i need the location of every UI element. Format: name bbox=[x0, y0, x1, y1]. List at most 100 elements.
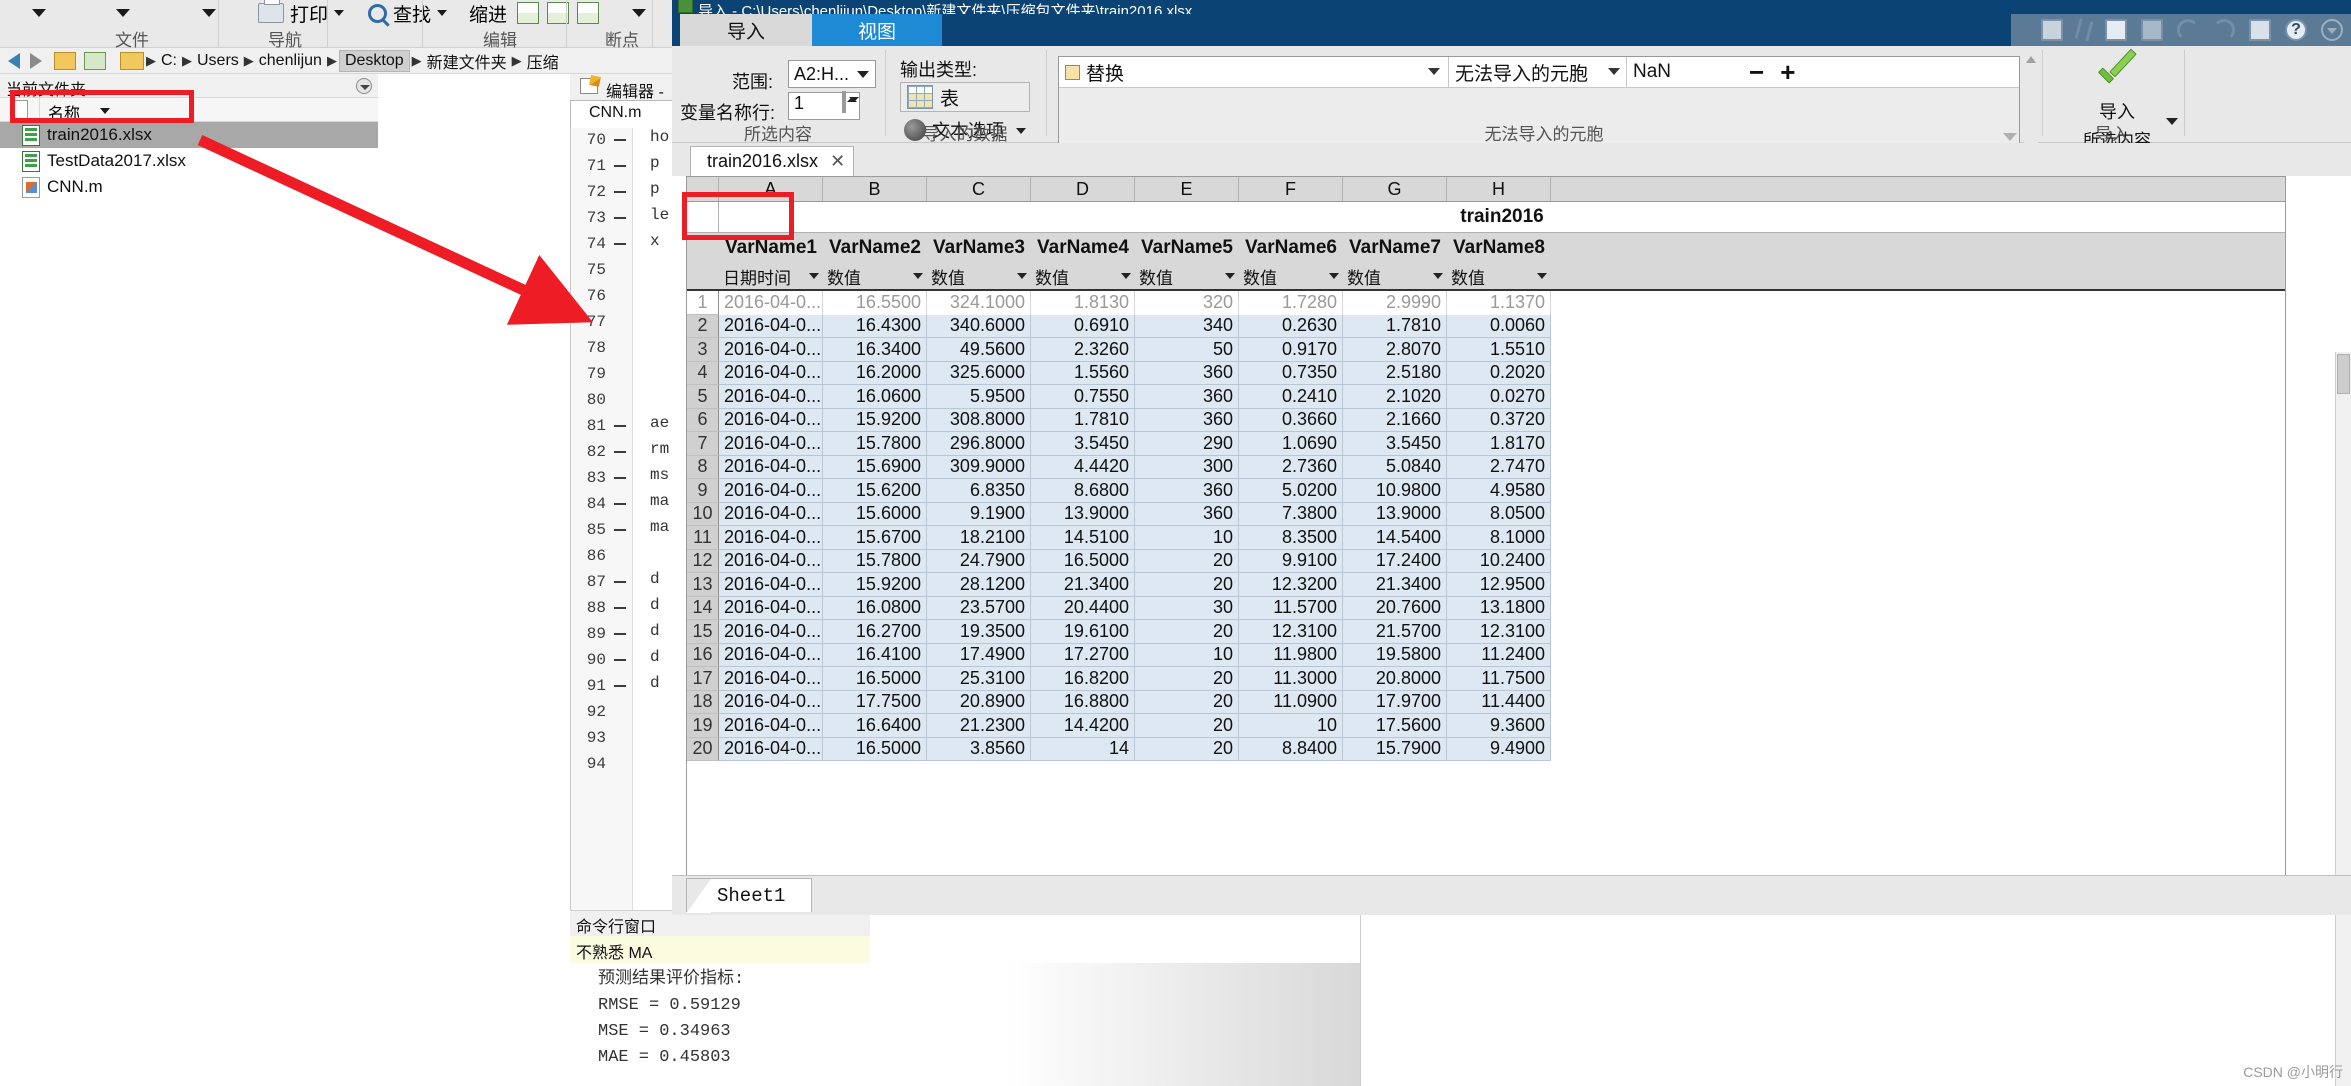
row-number[interactable]: 13 bbox=[687, 573, 719, 597]
replace-rule-dropdown[interactable]: 替换 bbox=[1059, 57, 1449, 87]
table-cell[interactable]: 12.3100 bbox=[1239, 620, 1343, 644]
table-cell[interactable]: 0.2020 bbox=[1447, 361, 1551, 385]
table-cell[interactable]: 0.2410 bbox=[1239, 385, 1343, 409]
breadcrumb-users[interactable]: Users bbox=[194, 52, 242, 70]
table-cell[interactable]: 2016-04-0... bbox=[719, 596, 823, 620]
ribbon-caret-3[interactable] bbox=[168, 9, 250, 17]
table-row[interactable]: 4 2016-04-0... 16.2000 325.6000 1.5560 360 0.7… bbox=[687, 361, 2285, 385]
row-number[interactable]: 14 bbox=[687, 596, 719, 620]
forward-icon[interactable] bbox=[30, 52, 42, 69]
table-cell[interactable]: 20 bbox=[1135, 690, 1239, 714]
table-cell[interactable]: 1.7810 bbox=[1031, 408, 1135, 432]
row-number[interactable]: 16 bbox=[687, 643, 719, 667]
table-cell[interactable]: 296.8000 bbox=[927, 432, 1031, 456]
variable-type-dropdown[interactable]: 数值 bbox=[927, 262, 1031, 290]
table-cell[interactable]: 20.8000 bbox=[1343, 667, 1447, 691]
table-cell[interactable]: 16.8200 bbox=[1031, 667, 1135, 691]
table-cell[interactable]: 0.7550 bbox=[1031, 385, 1135, 409]
table-cell[interactable]: 4.9580 bbox=[1447, 479, 1551, 503]
table-cell[interactable]: 2016-04-0... bbox=[719, 573, 823, 597]
breadcrumb-desktop[interactable]: Desktop bbox=[338, 49, 410, 72]
row-number[interactable]: 3 bbox=[687, 338, 719, 362]
table-cell[interactable]: 9.9100 bbox=[1239, 549, 1343, 573]
row-number[interactable]: 1 bbox=[687, 291, 719, 315]
table-cell[interactable]: 20 bbox=[1135, 549, 1239, 573]
table-cell[interactable]: 10.9800 bbox=[1343, 479, 1447, 503]
save-icon[interactable] bbox=[2041, 19, 2063, 41]
table-cell[interactable]: 1.5510 bbox=[1447, 338, 1551, 362]
table-cell[interactable]: 16.5500 bbox=[823, 291, 927, 315]
table-cell[interactable]: 21.3400 bbox=[1031, 573, 1135, 597]
table-cell[interactable]: 16.8800 bbox=[1031, 690, 1135, 714]
table-cell[interactable]: 12.3200 bbox=[1239, 573, 1343, 597]
table-cell[interactable]: 2.5180 bbox=[1343, 361, 1447, 385]
table-cell[interactable]: 3.8560 bbox=[927, 737, 1031, 761]
table-cell[interactable]: 3.5450 bbox=[1031, 432, 1135, 456]
table-cell[interactable]: 11.2400 bbox=[1447, 643, 1551, 667]
table-cell[interactable]: 11.3000 bbox=[1239, 667, 1343, 691]
table-row[interactable]: 13 2016-04-0... 15.9200 28.1200 21.3400 20 12.… bbox=[687, 573, 2285, 597]
table-cell[interactable]: 11.0900 bbox=[1239, 690, 1343, 714]
variable-type-dropdown[interactable]: 数值 bbox=[1447, 262, 1551, 290]
table-cell[interactable]: 8.3500 bbox=[1239, 526, 1343, 550]
indent-decrease-icon[interactable] bbox=[577, 2, 600, 24]
breakpoint-dash-icon[interactable] bbox=[614, 659, 626, 661]
column-header[interactable]: H bbox=[1447, 177, 1551, 201]
table-cell[interactable]: 2016-04-0... bbox=[719, 526, 823, 550]
table-cell[interactable]: 17.2400 bbox=[1343, 549, 1447, 573]
remove-rule-button[interactable]: − bbox=[1749, 59, 1764, 85]
sheet-tab-sheet1[interactable]: Sheet1 bbox=[686, 878, 813, 913]
ribbon-caret-4[interactable] bbox=[613, 9, 665, 17]
table-cell[interactable]: 0.9170 bbox=[1239, 338, 1343, 362]
output-type-dropdown[interactable]: 表 bbox=[900, 82, 1030, 112]
variable-name-cell[interactable]: VarName4 bbox=[1031, 233, 1135, 263]
table-cell[interactable]: 10 bbox=[1135, 526, 1239, 550]
table-cell[interactable]: 8.1000 bbox=[1447, 526, 1551, 550]
target-cells-dropdown[interactable]: 无法导入的元胞 bbox=[1449, 57, 1627, 87]
ribbon-caret-1[interactable] bbox=[0, 9, 78, 17]
list-item[interactable]: TestData2017.xlsx bbox=[0, 148, 378, 174]
breakpoint-dash-icon[interactable] bbox=[614, 165, 626, 167]
add-rule-button[interactable]: + bbox=[1780, 59, 1795, 85]
table-cell[interactable]: 360 bbox=[1135, 385, 1239, 409]
table-cell[interactable]: 11.7500 bbox=[1447, 667, 1551, 691]
chevron-down-icon[interactable] bbox=[1329, 273, 1339, 279]
table-cell[interactable]: 10.2400 bbox=[1447, 549, 1551, 573]
row-number[interactable]: 9 bbox=[687, 479, 719, 503]
table-cell[interactable]: 2.3260 bbox=[1031, 338, 1135, 362]
table-cell[interactable]: 16.4300 bbox=[823, 314, 927, 338]
table-row[interactable]: 9 2016-04-0... 15.6200 6.8350 8.6800 360 5.020… bbox=[687, 479, 2285, 503]
table-cell[interactable]: 2016-04-0... bbox=[719, 714, 823, 738]
breakpoint-dash-icon[interactable] bbox=[614, 451, 626, 453]
breakpoint-dash-icon[interactable] bbox=[614, 503, 626, 505]
breadcrumb-zip[interactable]: 压缩 bbox=[524, 49, 562, 73]
table-cell[interactable]: 2016-04-0... bbox=[719, 361, 823, 385]
table-cell[interactable]: 7.3800 bbox=[1239, 502, 1343, 526]
table-cell[interactable]: 320 bbox=[1135, 291, 1239, 315]
table-cell[interactable]: 2016-04-0... bbox=[719, 690, 823, 714]
table-cell[interactable]: 2016-04-0... bbox=[719, 620, 823, 644]
row-number[interactable]: 19 bbox=[687, 714, 719, 738]
table-cell[interactable]: 340.6000 bbox=[927, 314, 1031, 338]
table-cell[interactable]: 290 bbox=[1135, 432, 1239, 456]
tab-import[interactable]: 导入 bbox=[680, 14, 812, 46]
table-cell[interactable]: 16.3400 bbox=[823, 338, 927, 362]
table-cell[interactable]: 15.6700 bbox=[823, 526, 927, 550]
variable-type-dropdown[interactable]: 数值 bbox=[1031, 262, 1135, 290]
variable-type-dropdown[interactable]: 数值 bbox=[1135, 262, 1239, 290]
table-cell[interactable]: 360 bbox=[1135, 408, 1239, 432]
chevron-down-icon[interactable] bbox=[1428, 68, 1440, 75]
table-cell[interactable]: 5.9500 bbox=[927, 385, 1031, 409]
table-cell[interactable]: 15.6000 bbox=[823, 502, 927, 526]
table-cell[interactable]: 16.4100 bbox=[823, 643, 927, 667]
matlab-address-bar[interactable]: ▶ C: ▶ Users ▶ chenlijun ▶ Desktop ▶ 新建文… bbox=[0, 48, 780, 74]
variable-type-dropdown[interactable]: 数值 bbox=[823, 262, 927, 290]
table-cell[interactable]: 2.1020 bbox=[1343, 385, 1447, 409]
table-cell[interactable]: 16.5000 bbox=[823, 667, 927, 691]
spinner-buttons[interactable] bbox=[842, 91, 860, 122]
table-cell[interactable]: 16.6400 bbox=[823, 714, 927, 738]
print-button[interactable]: 打印 bbox=[258, 0, 345, 27]
table-cell[interactable]: 20 bbox=[1135, 714, 1239, 738]
table-row[interactable]: 20 2016-04-0... 16.5000 3.8560 14 20 8.8400 15.… bbox=[687, 737, 2285, 761]
table-cell[interactable]: 15.9200 bbox=[823, 408, 927, 432]
